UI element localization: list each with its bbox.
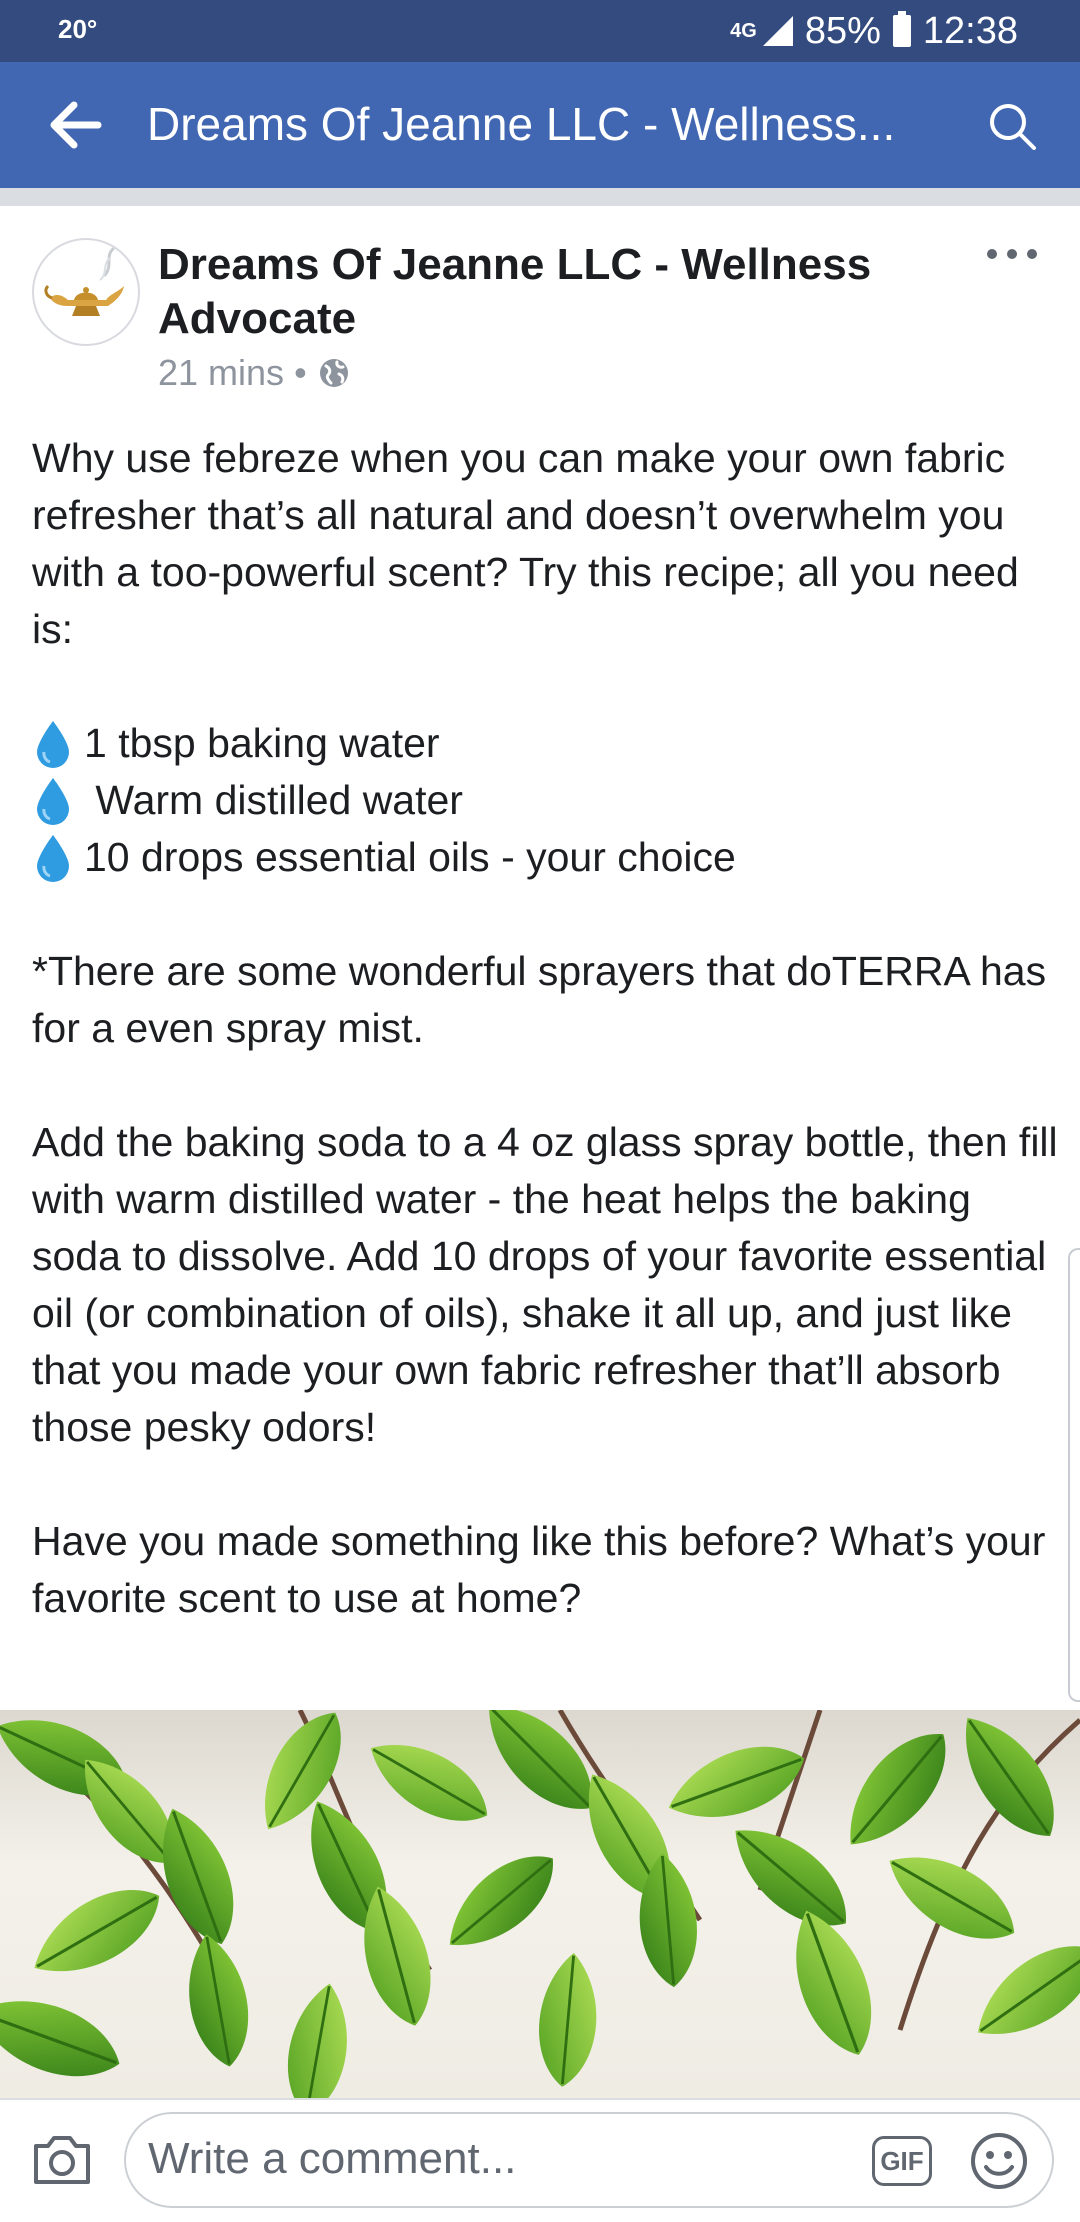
ingredient-text: 10 drops essential oils - your choice [84,834,736,880]
list-item: 10 drops essential oils - your choice [32,829,1060,886]
list-item: 1 tbsp baking water [32,715,1060,772]
signal-icon [762,16,793,46]
status-bar: 20° 4G 85% 12:38 [0,0,1080,62]
gif-button[interactable]: GIF [872,2136,932,2186]
list-item: Warm distilled water [32,772,1060,829]
water-drop-icon [37,777,69,825]
post-body: Why use febreze when you can make your o… [32,430,1060,1627]
magic-lamp-icon [44,246,124,316]
ingredient-text: 1 tbsp baking water [84,720,440,766]
comment-bar: Write a comment... GIF [0,2098,1080,2222]
post-author[interactable]: Dreams Of Jeanne LLC - Wellness Advocate [158,238,948,346]
app-bar: Dreams Of Jeanne LLC - Wellness... [0,62,1080,188]
battery-percent: 85% [804,9,881,52]
water-drop-icon [37,720,69,768]
globe-icon [319,359,348,387]
comment-placeholder: Write a comment... [148,2134,517,2183]
water-drop-icon [37,834,69,882]
arrow-left-icon[interactable] [44,92,104,158]
post-image[interactable] [0,1710,1080,2098]
status-icons: 4G 85% 12:38 [730,8,1018,54]
comment-input[interactable]: Write a comment... GIF [124,2112,1054,2208]
ingredient-text: Warm distilled water [84,777,463,823]
author-name-line2: Advocate [158,294,357,343]
meta-separator: • [294,352,307,393]
network-type: 4G [730,20,757,42]
battery-icon [892,11,911,47]
feed-divider [0,188,1080,206]
leaves-illustration [0,1710,1080,2098]
author-name-line1: Dreams Of Jeanne LLC - Wellness [158,240,872,289]
search-icon[interactable] [984,98,1040,154]
post-question: Have you made something like this before… [32,1518,1046,1621]
scroll-indicator[interactable] [1068,1248,1080,1702]
clock: 12:38 [922,9,1018,52]
post-intro: Why use febreze when you can make your o… [32,435,1019,652]
avatar[interactable] [32,238,140,346]
emoji-icon[interactable] [968,2130,1030,2192]
more-options-icon[interactable] [982,242,1042,266]
post-note: *There are some wonderful sprayers that … [32,948,1047,1051]
post-instructions: Add the baking soda to a 4 oz glass spra… [32,1119,1058,1450]
post-timestamp[interactable]: 21 mins [158,352,284,394]
camera-icon[interactable] [30,2130,94,2188]
page-title: Dreams Of Jeanne LLC - Wellness... [147,98,896,150]
temperature-indicator: 20° [58,14,98,44]
post-meta: 21 mins • [158,352,351,394]
